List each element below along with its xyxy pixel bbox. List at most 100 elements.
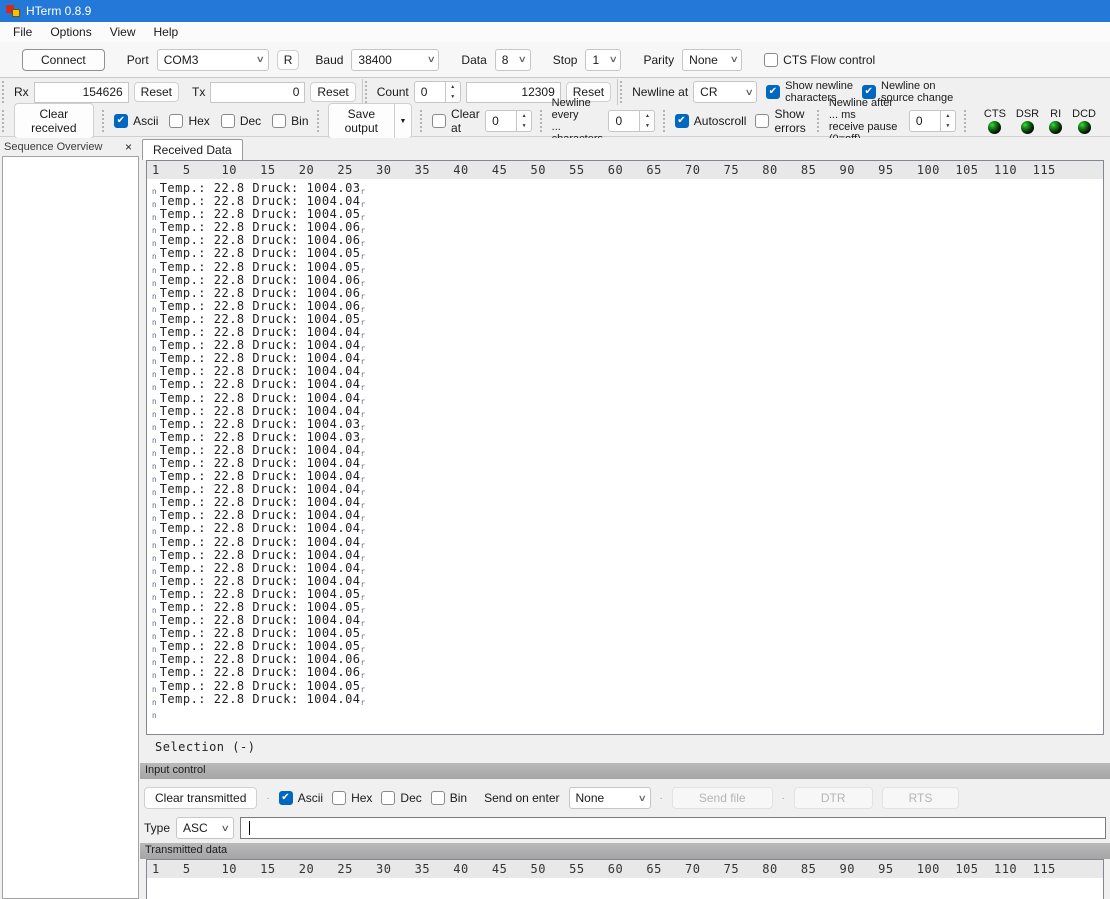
port-label: Port	[127, 53, 149, 67]
menu-bar: File Options View Help	[0, 22, 1110, 42]
rescan-ports-button[interactable]: R	[277, 50, 300, 70]
toolbar-grip[interactable]	[663, 110, 666, 132]
cts-flow-checkbox[interactable]: CTS Flow control	[764, 53, 875, 67]
checkbox-icon	[221, 114, 235, 128]
toolbar-grip[interactable]	[2, 110, 6, 132]
toolbar-grip[interactable]	[2, 81, 6, 103]
clear-transmitted-button[interactable]: Clear transmitted	[144, 787, 257, 809]
checkbox-icon	[675, 114, 689, 128]
newline-after-spinner[interactable]: 0 ▲▼	[909, 110, 956, 132]
show-errors-checkbox[interactable]: Show errors	[755, 107, 809, 135]
count-spinner[interactable]: 0 ▲▼	[414, 81, 461, 103]
received-line: nTemp.: 22.8 Druck: 1004.04r	[152, 693, 1103, 706]
transmitted-data-page: 1 5 10 15 20 25 30 35 40 45 50 55 60 65 …	[140, 859, 1110, 899]
checkbox-icon	[272, 114, 286, 128]
toolbar-grip[interactable]	[102, 110, 106, 132]
led-icon	[1078, 121, 1091, 134]
dcd-indicator: DCD	[1072, 108, 1096, 134]
led-icon	[1021, 121, 1034, 134]
clear-at-spinner[interactable]: 0 ▲▼	[485, 110, 532, 132]
input-control-header: Input control	[140, 763, 1110, 779]
spinner-arrows-icon[interactable]: ▲▼	[941, 110, 956, 132]
sequence-overview-list[interactable]	[2, 156, 139, 899]
received-data-view[interactable]: 1 5 10 15 20 25 30 35 40 45 50 55 60 65 …	[146, 160, 1104, 735]
spinner-arrows-icon[interactable]: ▲▼	[517, 110, 532, 132]
connection-toolbar: Connect Port COM3∨ R Baud 38400∨ Data 8∨…	[0, 42, 1110, 78]
tx-count-field: 0	[210, 82, 305, 103]
checkbox-icon	[764, 53, 778, 67]
parity-select[interactable]: None∨	[682, 49, 742, 71]
port-select[interactable]: COM3∨	[157, 49, 269, 71]
rx-label: Rx	[14, 85, 29, 99]
clear-received-button[interactable]: Clear received	[14, 103, 95, 139]
data-bits-select[interactable]: 8∨	[495, 49, 531, 71]
type-label: Type	[144, 821, 170, 835]
clear-at-checkbox[interactable]: Clear at	[432, 107, 480, 135]
type-select[interactable]: ASC∨	[176, 817, 234, 839]
tx-hex-checkbox[interactable]: Hex	[332, 791, 372, 805]
toolbar-grip[interactable]	[964, 110, 968, 132]
rx-hex-checkbox[interactable]: Hex	[169, 114, 209, 128]
toolbar-grip[interactable]	[317, 110, 321, 132]
connect-button[interactable]: Connect	[22, 49, 105, 71]
chevron-down-icon: ∨	[221, 823, 230, 834]
sequence-overview-title: Sequence Overview	[4, 141, 102, 153]
chevron-down-icon: ∨	[256, 54, 265, 65]
save-output-dropdown-icon[interactable]: ▼	[395, 103, 413, 139]
tx-dec-checkbox[interactable]: Dec	[381, 791, 421, 805]
autoscroll-checkbox[interactable]: Autoscroll	[675, 114, 747, 128]
checkbox-icon	[114, 114, 128, 128]
checkbox-icon	[755, 114, 769, 128]
window-title: HTerm 0.8.9	[26, 4, 91, 18]
baud-label: Baud	[315, 53, 343, 67]
rx-bin-checkbox[interactable]: Bin	[272, 114, 308, 128]
spinner-arrows-icon[interactable]: ▲▼	[640, 110, 655, 132]
spinner-arrows-icon[interactable]: ▲▼	[446, 81, 461, 103]
newline-at-select[interactable]: CR∨	[693, 81, 757, 103]
chevron-down-icon: ∨	[427, 54, 436, 65]
toolbar-grip[interactable]	[540, 110, 544, 132]
save-output-button[interactable]: Save output	[328, 103, 394, 139]
rx-count-field: 154626	[34, 82, 129, 103]
send-input[interactable]	[240, 817, 1106, 839]
tx-bin-checkbox[interactable]: Bin	[431, 791, 467, 805]
menu-view[interactable]: View	[101, 23, 145, 41]
led-icon	[1049, 121, 1062, 134]
menu-help[interactable]: Help	[145, 23, 188, 41]
tx-reset-button[interactable]: Reset	[310, 82, 355, 102]
receive-toolbar: Clear received Ascii Hex Dec Bin	[0, 106, 1110, 137]
stop-bits-select[interactable]: 1∨	[585, 49, 621, 71]
toolbar-grip[interactable]	[620, 81, 624, 103]
cts-indicator: CTS	[984, 108, 1006, 134]
led-icon	[988, 121, 1001, 134]
transmitted-data-header: Transmitted data	[140, 843, 1110, 859]
text-caret	[249, 821, 250, 835]
menu-options[interactable]: Options	[41, 23, 100, 41]
toolbar-grip[interactable]	[365, 81, 369, 103]
send-on-enter-select[interactable]: None∨	[569, 787, 651, 809]
send-file-button[interactable]: Send file	[672, 787, 773, 809]
toolbar-grip[interactable]	[420, 110, 424, 132]
baud-select[interactable]: 38400∨	[351, 49, 439, 71]
newline-every-spinner[interactable]: 0 ▲▼	[608, 110, 655, 132]
chevron-down-icon: ∨	[638, 793, 647, 804]
dtr-button[interactable]: DTR	[794, 787, 873, 809]
close-icon[interactable]: ×	[121, 140, 136, 154]
rts-button[interactable]: RTS	[882, 787, 960, 809]
transmitted-data-view[interactable]: 1 5 10 15 20 25 30 35 40 45 50 55 60 65 …	[146, 859, 1104, 899]
rx-reset-button[interactable]: Reset	[134, 82, 179, 102]
chevron-down-icon: ∨	[744, 87, 753, 98]
count-total-field: 12309	[466, 82, 561, 103]
tab-received-data[interactable]: Received Data	[142, 139, 243, 161]
send-on-enter-label: Send on enter	[484, 791, 559, 805]
toolbar-grip[interactable]	[817, 110, 820, 132]
dsr-indicator: DSR	[1016, 108, 1039, 134]
menu-file[interactable]: File	[4, 23, 41, 41]
column-ruler: 1 5 10 15 20 25 30 35 40 45 50 55 60 65 …	[147, 860, 1103, 878]
column-ruler: 1 5 10 15 20 25 30 35 40 45 50 55 60 65 …	[147, 161, 1103, 179]
rx-ascii-checkbox[interactable]: Ascii	[114, 114, 158, 128]
tx-ascii-checkbox[interactable]: Ascii	[279, 791, 323, 805]
checkbox-icon	[432, 114, 446, 128]
rx-dec-checkbox[interactable]: Dec	[221, 114, 261, 128]
ri-indicator: RI	[1049, 108, 1062, 134]
